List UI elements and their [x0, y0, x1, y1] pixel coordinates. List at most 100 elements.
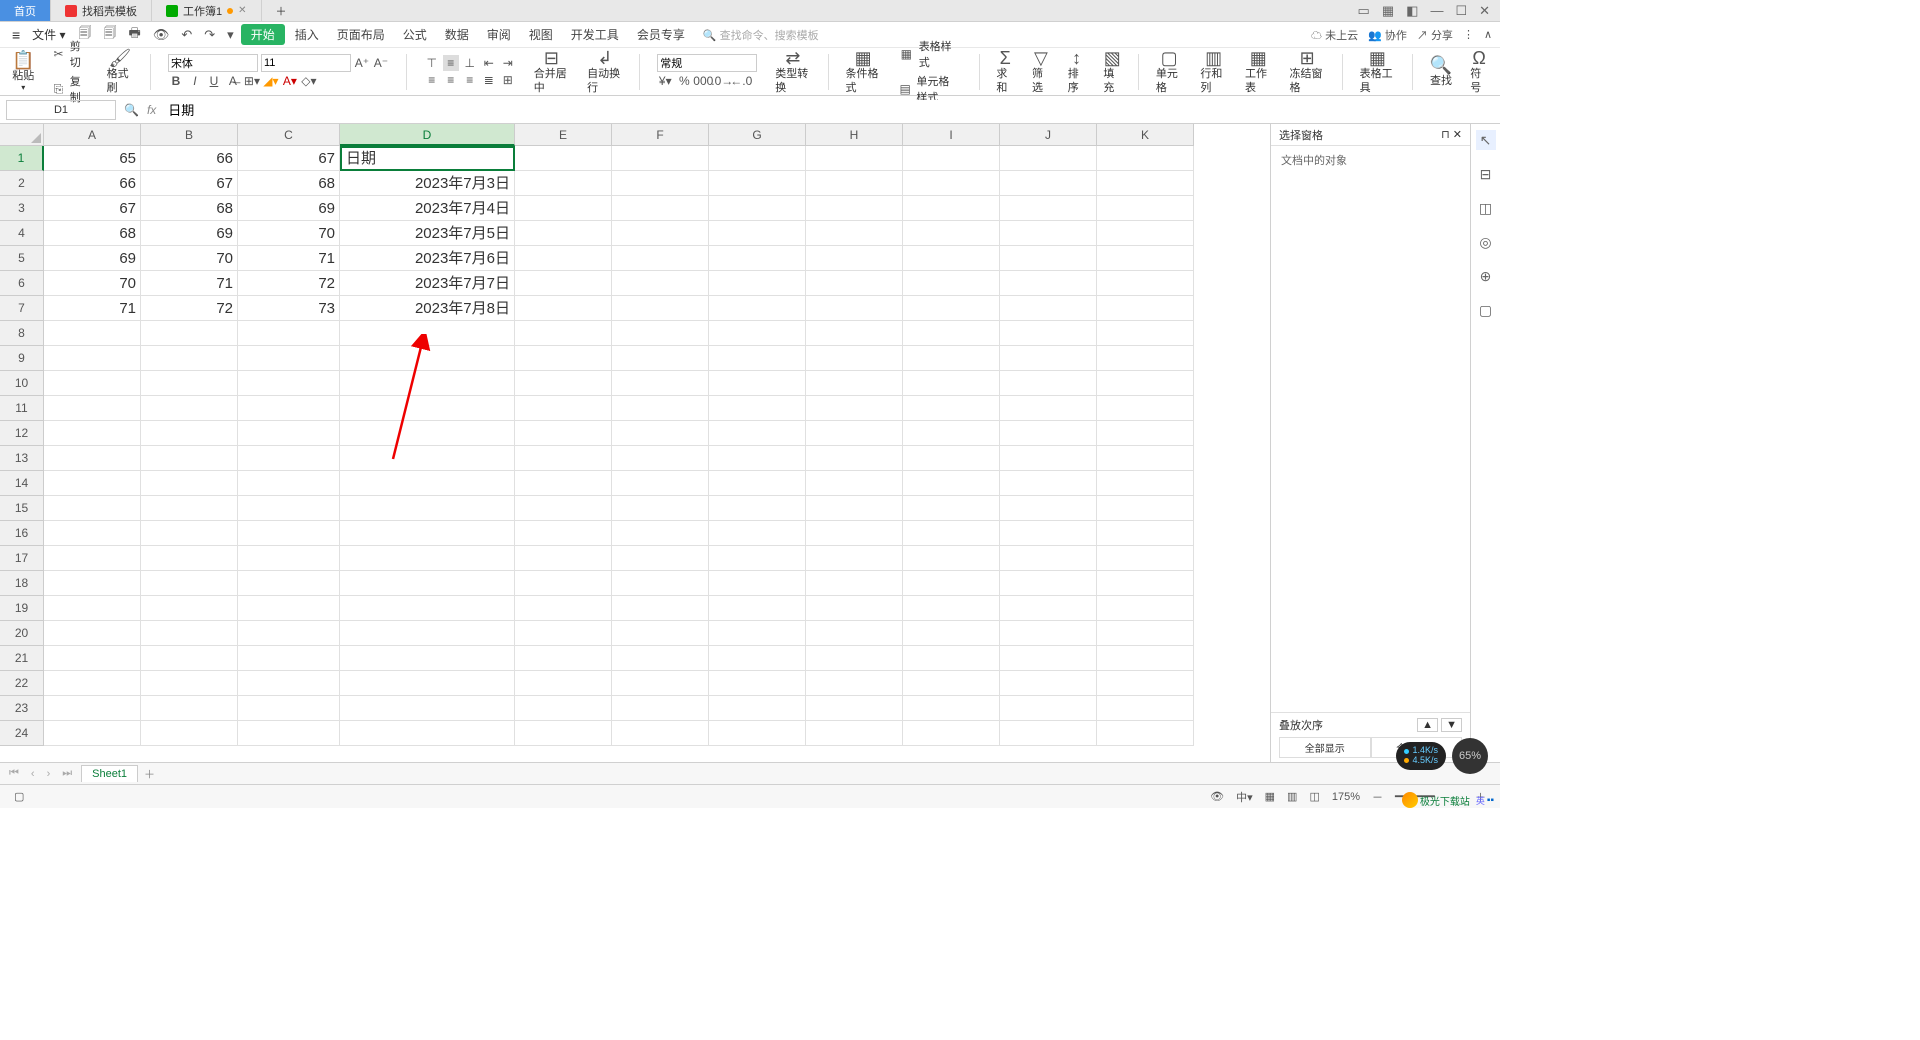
worksheet-button[interactable]: ▦工作表 [1241, 48, 1276, 94]
fill-color-icon[interactable]: ◢▾ [263, 73, 279, 89]
cell-A8[interactable] [44, 321, 141, 346]
cell-E22[interactable] [515, 671, 612, 696]
cell-D13[interactable] [340, 446, 515, 471]
expand-icon[interactable]: ∧ [1484, 28, 1492, 41]
cell-J21[interactable] [1000, 646, 1097, 671]
cell-A22[interactable] [44, 671, 141, 696]
cell-D18[interactable] [340, 571, 515, 596]
cell-G3[interactable] [709, 196, 806, 221]
row-head[interactable]: 6 [0, 271, 44, 296]
menu-member[interactable]: 会员专享 [629, 23, 693, 46]
cell-D15[interactable] [340, 496, 515, 521]
cell-F22[interactable] [612, 671, 709, 696]
cell-G6[interactable] [709, 271, 806, 296]
pin-icon[interactable]: ⊓ [1441, 129, 1450, 141]
cell-I3[interactable] [903, 196, 1000, 221]
tool2-icon[interactable]: ⊟ [1476, 164, 1496, 184]
cell-E2[interactable] [515, 171, 612, 196]
cell-H17[interactable] [806, 546, 903, 571]
cell-K3[interactable] [1097, 196, 1194, 221]
cell-B18[interactable] [141, 571, 238, 596]
cell-G23[interactable] [709, 696, 806, 721]
row-head[interactable]: 21 [0, 646, 44, 671]
select-tool-icon[interactable]: ↖ [1476, 130, 1496, 150]
menu-devtools[interactable]: 开发工具 [563, 23, 627, 46]
cell-F14[interactable] [612, 471, 709, 496]
cell-C10[interactable] [238, 371, 340, 396]
cell-J10[interactable] [1000, 371, 1097, 396]
cell-C19[interactable] [238, 596, 340, 621]
cell-B10[interactable] [141, 371, 238, 396]
panel-close-icon[interactable]: ✕ [1453, 129, 1462, 141]
cell-I9[interactable] [903, 346, 1000, 371]
ime-indicator[interactable]: 英 [1476, 794, 1485, 807]
cell-B12[interactable] [141, 421, 238, 446]
cell-B22[interactable] [141, 671, 238, 696]
col-head-D[interactable]: D [340, 124, 515, 146]
fx-icon[interactable]: fx [147, 103, 156, 117]
align-bottom-icon[interactable]: ⊥ [462, 55, 478, 71]
cell-F20[interactable] [612, 621, 709, 646]
cell-A16[interactable] [44, 521, 141, 546]
auto-wrap-button[interactable]: ↲自动换行 [583, 48, 626, 94]
row-head[interactable]: 9 [0, 346, 44, 371]
show-all-button[interactable]: 全部显示 [1279, 737, 1371, 758]
tool5-icon[interactable]: ⊕ [1476, 266, 1496, 286]
cell-K10[interactable] [1097, 371, 1194, 396]
cell-I2[interactable] [903, 171, 1000, 196]
saveas-icon[interactable]: 🗐 [99, 24, 122, 46]
cell-H24[interactable] [806, 721, 903, 746]
cell-I16[interactable] [903, 521, 1000, 546]
cond-format-button[interactable]: ▦条件格式 [841, 48, 884, 94]
layout-icon[interactable]: ▭ [1358, 3, 1370, 19]
cell-A10[interactable] [44, 371, 141, 396]
cell-I1[interactable] [903, 146, 1000, 171]
cell-B21[interactable] [141, 646, 238, 671]
cell-F13[interactable] [612, 446, 709, 471]
cell-A24[interactable] [44, 721, 141, 746]
cell-E3[interactable] [515, 196, 612, 221]
cell-C20[interactable] [238, 621, 340, 646]
fontsize-select[interactable] [261, 54, 351, 72]
cell-F4[interactable] [612, 221, 709, 246]
cell-E18[interactable] [515, 571, 612, 596]
underline-icon[interactable]: U [206, 73, 222, 89]
font-color-icon[interactable]: A▾ [282, 73, 298, 89]
shrink-font-icon[interactable]: A⁻ [373, 55, 389, 71]
cell-I18[interactable] [903, 571, 1000, 596]
find-button[interactable]: 🔍查找 [1426, 55, 1456, 88]
tab-close-icon[interactable]: ✕ [238, 5, 246, 16]
cell-J2[interactable] [1000, 171, 1097, 196]
cell-E9[interactable] [515, 346, 612, 371]
command-search[interactable]: 🔍 查找命令、搜索模板 [703, 27, 819, 43]
cell-C4[interactable]: 70 [238, 221, 340, 246]
sheet-tab[interactable]: Sheet1 [81, 765, 138, 782]
menu-view[interactable]: 视图 [521, 23, 561, 46]
cell-H4[interactable] [806, 221, 903, 246]
cell-G22[interactable] [709, 671, 806, 696]
cell-H10[interactable] [806, 371, 903, 396]
cell-A23[interactable] [44, 696, 141, 721]
cell-A2[interactable]: 66 [44, 171, 141, 196]
zoom-level[interactable]: 175% [1326, 791, 1366, 803]
cell-B6[interactable]: 71 [141, 271, 238, 296]
cell-H14[interactable] [806, 471, 903, 496]
col-head-I[interactable]: I [903, 124, 1000, 146]
cell-G9[interactable] [709, 346, 806, 371]
cell-J20[interactable] [1000, 621, 1097, 646]
cell-F11[interactable] [612, 396, 709, 421]
cell-C6[interactable]: 72 [238, 271, 340, 296]
status-icon[interactable]: ▢ [8, 790, 30, 803]
tool3-icon[interactable]: ◫ [1476, 198, 1496, 218]
cell-C16[interactable] [238, 521, 340, 546]
goto-icon[interactable]: 🔍 [124, 103, 139, 117]
cell-H16[interactable] [806, 521, 903, 546]
sheet-prev-icon[interactable]: ‹ [28, 768, 38, 780]
cell-I10[interactable] [903, 371, 1000, 396]
cell-B16[interactable] [141, 521, 238, 546]
cell-E4[interactable] [515, 221, 612, 246]
cell-I24[interactable] [903, 721, 1000, 746]
row-head[interactable]: 5 [0, 246, 44, 271]
dec-decimal-icon[interactable]: ←.0 [733, 73, 749, 89]
share-button[interactable]: ↗ 分享 [1417, 27, 1453, 43]
